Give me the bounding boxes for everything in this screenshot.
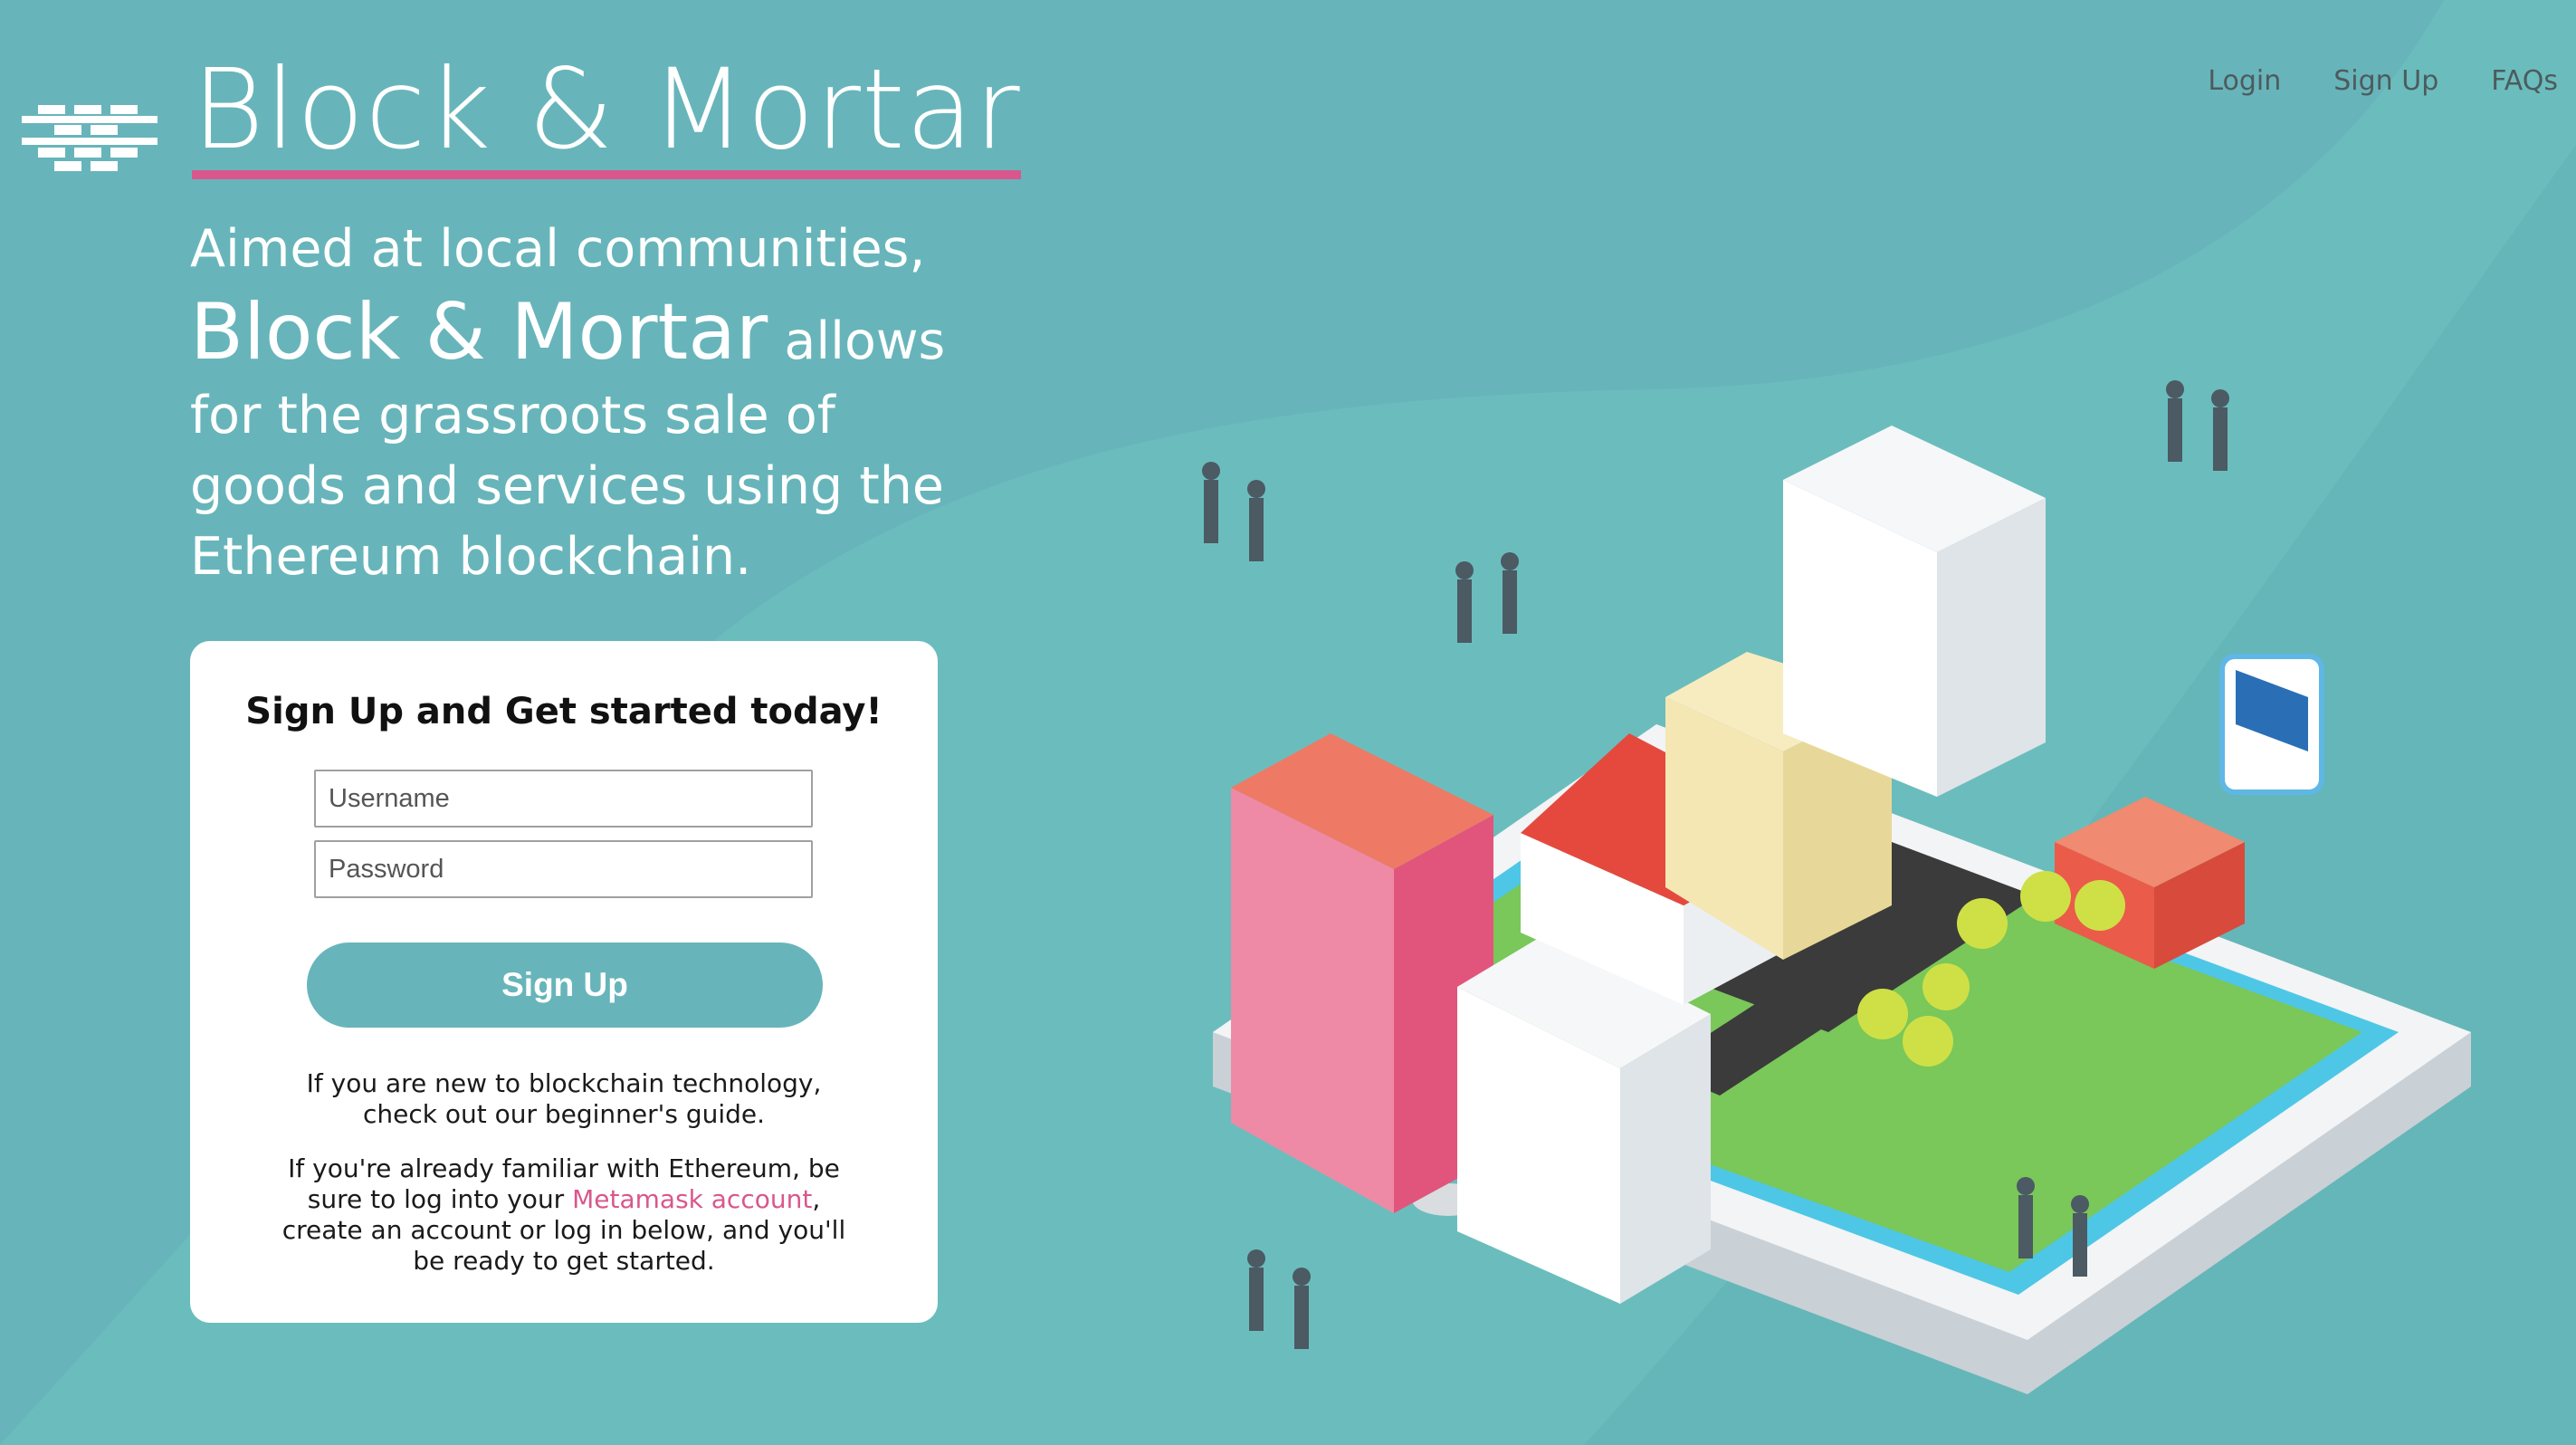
brick-wall-icon xyxy=(22,105,157,171)
city-phone-illustration xyxy=(1202,380,2471,1394)
hero-line-2-rest: allows xyxy=(768,311,946,371)
signup-card-title: Sign Up and Get started today! xyxy=(245,691,883,732)
nav-login-link[interactable]: Login xyxy=(2208,65,2281,97)
password-input[interactable] xyxy=(314,840,813,898)
hero-line-1: Aimed at local communities, xyxy=(190,219,926,279)
ethereum-info-text: If you're already familiar with Ethereum… xyxy=(272,1153,856,1277)
username-input[interactable] xyxy=(314,770,813,828)
office-building-icon xyxy=(1783,426,2046,797)
hero-brand-name: Block & Mortar xyxy=(190,287,768,378)
hero-line-5: Ethereum blockchain. xyxy=(190,527,752,587)
email-icon xyxy=(2219,654,2324,795)
signup-button[interactable]: Sign Up xyxy=(307,943,823,1028)
signup-card: Sign Up and Get started today! Sign Up I… xyxy=(190,641,938,1323)
hero-line-2: Block & Mortar allows xyxy=(190,284,1005,380)
metamask-account-link[interactable]: Metamask account xyxy=(572,1184,812,1214)
nav-signup-link[interactable]: Sign Up xyxy=(2333,65,2438,97)
pink-building-icon xyxy=(1231,733,1493,1213)
beginner-guide-text: If you are new to blockchain technology,… xyxy=(306,1068,822,1129)
hero-line-3: for the grassroots sale of xyxy=(190,386,835,445)
brand-name: Block & Mortar xyxy=(192,54,1021,179)
hero-text: Aimed at local communities, Block & Mort… xyxy=(190,214,1005,592)
brand-logo[interactable]: Block & Mortar xyxy=(22,54,1021,179)
top-nav: Login Sign Up FAQs xyxy=(2208,65,2558,97)
nav-faqs-link[interactable]: FAQs xyxy=(2491,65,2558,97)
hero-line-4: goods and services using the xyxy=(190,456,944,516)
